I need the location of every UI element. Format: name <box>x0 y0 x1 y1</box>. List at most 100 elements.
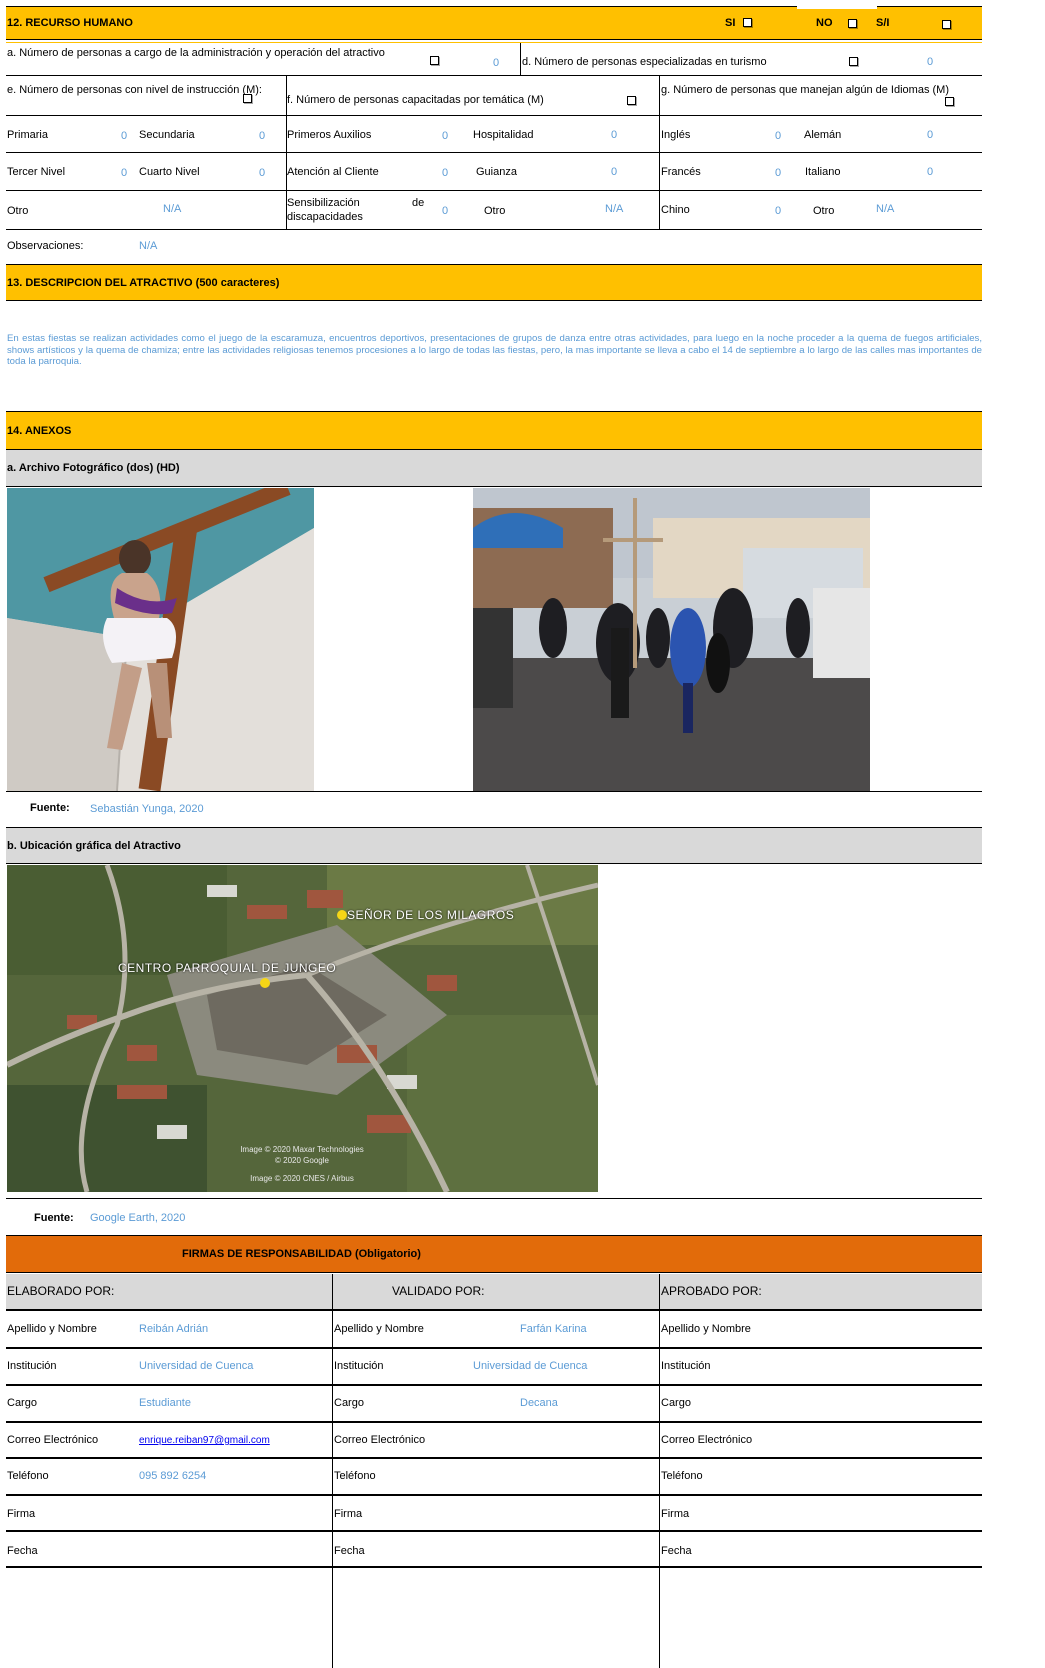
val-institucion-label: Institución <box>334 1360 384 1372</box>
val-cargo-value: Decana <box>520 1397 558 1409</box>
aprobado-label: APROBADO POR: <box>661 1284 762 1298</box>
sensibilizacion-value: 0 <box>442 205 449 217</box>
map-label-centro: CENTRO PARROQUIAL DE JUNGEO <box>118 961 337 975</box>
elab-nombre-value: Reibán Adrián <box>139 1323 209 1335</box>
frances-label: Francés <box>661 166 701 178</box>
section-title: FIRMAS DE RESPONSABILIDAD (Obligatorio) <box>182 1248 421 1260</box>
capacitadas-otro-value: N/A <box>605 203 624 215</box>
elab-correo-label: Correo Electrónico <box>7 1434 99 1446</box>
section-firmas-header: FIRMAS DE RESPONSABILIDAD (Obligatorio) <box>6 1235 982 1273</box>
section-title: 13. DESCRIPCION DEL ATRACTIVO (500 carac… <box>7 276 280 289</box>
satellite-map: SEÑOR DE LOS MILAGROS CENTRO PARROQUIAL … <box>7 865 598 1192</box>
field-e-checkbox[interactable] <box>243 94 253 104</box>
field-d-value: 0 <box>927 56 934 68</box>
section-foto-header: a. Archivo Fotográfico (dos) (HD) <box>6 449 982 487</box>
chino-label: Chino <box>661 204 690 216</box>
italiano-label: Italiano <box>805 166 841 178</box>
frances-value: 0 <box>775 167 782 179</box>
elab-nombre-label: Apellido y Nombre <box>7 1323 97 1335</box>
procession-photo <box>473 488 870 791</box>
field-a-checkbox[interactable] <box>430 56 440 66</box>
section-title: 14. ANEXOS <box>7 424 72 437</box>
apr-cargo-label: Cargo <box>661 1397 691 1409</box>
capacitadas-otro-label: Otro <box>484 205 506 217</box>
field-e-label: e. Número de personas con nivel de instr… <box>7 84 262 96</box>
field-a-label: a. Número de personas a cargo de la admi… <box>7 47 385 59</box>
foto-fuente-value: Sebastián Yunga, 2020 <box>90 803 204 815</box>
field-a-value: 0 <box>493 57 500 69</box>
mapa-fuente-value: Google Earth, 2020 <box>90 1212 186 1224</box>
section-anexos-header: 14. ANEXOS <box>6 411 982 449</box>
section-subtitle: b. Ubicación gráfica del Atractivo <box>7 839 181 852</box>
elab-institucion-label: Institución <box>7 1360 57 1372</box>
field-d-checkbox[interactable] <box>849 57 859 67</box>
descripcion-text: En estas fiestas se realizan actividades… <box>7 333 982 367</box>
map-credit-1: Image © 2020 Maxar Technologies <box>240 1145 364 1154</box>
ingles-label: Inglés <box>661 129 691 141</box>
sensibilizacion-label-1: Sensibilización <box>287 197 360 209</box>
apr-correo-label: Correo Electrónico <box>661 1434 753 1446</box>
field-d-label: d. Número de personas especializadas en … <box>522 56 767 68</box>
map-label-senor: SEÑOR DE LOS MILAGROS <box>347 908 515 922</box>
hospitalidad-value: 0 <box>611 129 618 141</box>
elab-cargo-label: Cargo <box>7 1397 37 1409</box>
no-checkbox[interactable] <box>848 19 858 29</box>
secundaria-label: Secundaria <box>139 129 195 141</box>
map-credit-3: Image © 2020 CNES / Airbus <box>250 1174 354 1183</box>
secundaria-value: 0 <box>259 130 266 142</box>
atencion-label: Atención al Cliente <box>287 166 379 178</box>
elab-fecha-label: Fecha <box>7 1545 38 1557</box>
elab-telefono-value: 095 892 6254 <box>139 1470 207 1482</box>
elab-institucion-value: Universidad de Cuenca <box>139 1360 254 1372</box>
apr-fecha-label: Fecha <box>661 1545 692 1557</box>
guianza-label: Guianza <box>476 166 517 178</box>
section-ubicacion-header: b. Ubicación gráfica del Atractivo <box>6 827 982 864</box>
section-subtitle: a. Archivo Fotográfico (dos) (HD) <box>7 462 180 474</box>
val-cargo-label: Cargo <box>334 1397 364 1409</box>
val-institucion-value: Universidad de Cuenca <box>473 1360 588 1372</box>
apr-firma-label: Firma <box>661 1508 690 1520</box>
aleman-label: Alemán <box>804 129 842 141</box>
sensibilizacion-label-2: discapacidades <box>287 211 363 223</box>
sn-checkbox[interactable] <box>942 20 952 30</box>
field-g-label: g. Número de personas que manejan algún … <box>661 84 949 96</box>
validado-label: VALIDADO POR: <box>392 1284 485 1298</box>
elab-firma-label: Firma <box>7 1508 36 1520</box>
val-nombre-value: Farfán Karina <box>520 1323 587 1335</box>
guianza-value: 0 <box>611 166 618 178</box>
sn-label: S/I <box>876 17 890 29</box>
observaciones-label: Observaciones: <box>7 240 84 252</box>
atencion-value: 0 <box>442 167 449 179</box>
val-fecha-label: Fecha <box>334 1545 365 1557</box>
instruccion-otro-label: Otro <box>7 205 29 217</box>
header-gap <box>797 6 877 9</box>
tercer-nivel-label: Tercer Nivel <box>7 166 66 178</box>
mapa-fuente-label: Fuente: <box>34 1212 74 1224</box>
hospitalidad-label: Hospitalidad <box>473 129 534 141</box>
instruccion-otro-value: N/A <box>163 203 182 215</box>
no-label: NO <box>816 17 833 29</box>
apr-institucion-label: Institución <box>661 1360 711 1372</box>
primaria-label: Primaria <box>7 129 48 141</box>
apr-telefono-label: Teléfono <box>661 1470 703 1482</box>
val-correo-label: Correo Electrónico <box>334 1434 426 1446</box>
field-f-label: f. Número de personas capacitadas por te… <box>287 94 544 106</box>
cuarto-nivel-label: Cuarto Nivel <box>139 166 200 178</box>
si-label: SI <box>725 17 736 29</box>
section-descripcion-header: 13. DESCRIPCION DEL ATRACTIVO (500 carac… <box>6 264 982 301</box>
observaciones-value: N/A <box>139 240 158 252</box>
auxilios-value: 0 <box>442 130 449 142</box>
elaborado-label: ELABORADO POR: <box>7 1284 115 1298</box>
elab-correo-link[interactable]: enrique.reiban97@gmail.com <box>139 1435 270 1447</box>
elab-cargo-value: Estudiante <box>139 1397 191 1409</box>
field-f-checkbox[interactable] <box>627 96 637 106</box>
aleman-value: 0 <box>927 129 934 141</box>
primaria-value: 0 <box>121 130 128 142</box>
map-credit-2: © 2020 Google <box>275 1156 329 1165</box>
section-title: 12. RECURSO HUMANO <box>7 17 133 29</box>
si-checkbox[interactable] <box>743 18 753 28</box>
ingles-value: 0 <box>775 130 782 142</box>
apr-nombre-label: Apellido y Nombre <box>661 1323 751 1335</box>
field-g-checkbox[interactable] <box>945 97 955 107</box>
firmas-columns-header <box>6 1274 982 1310</box>
